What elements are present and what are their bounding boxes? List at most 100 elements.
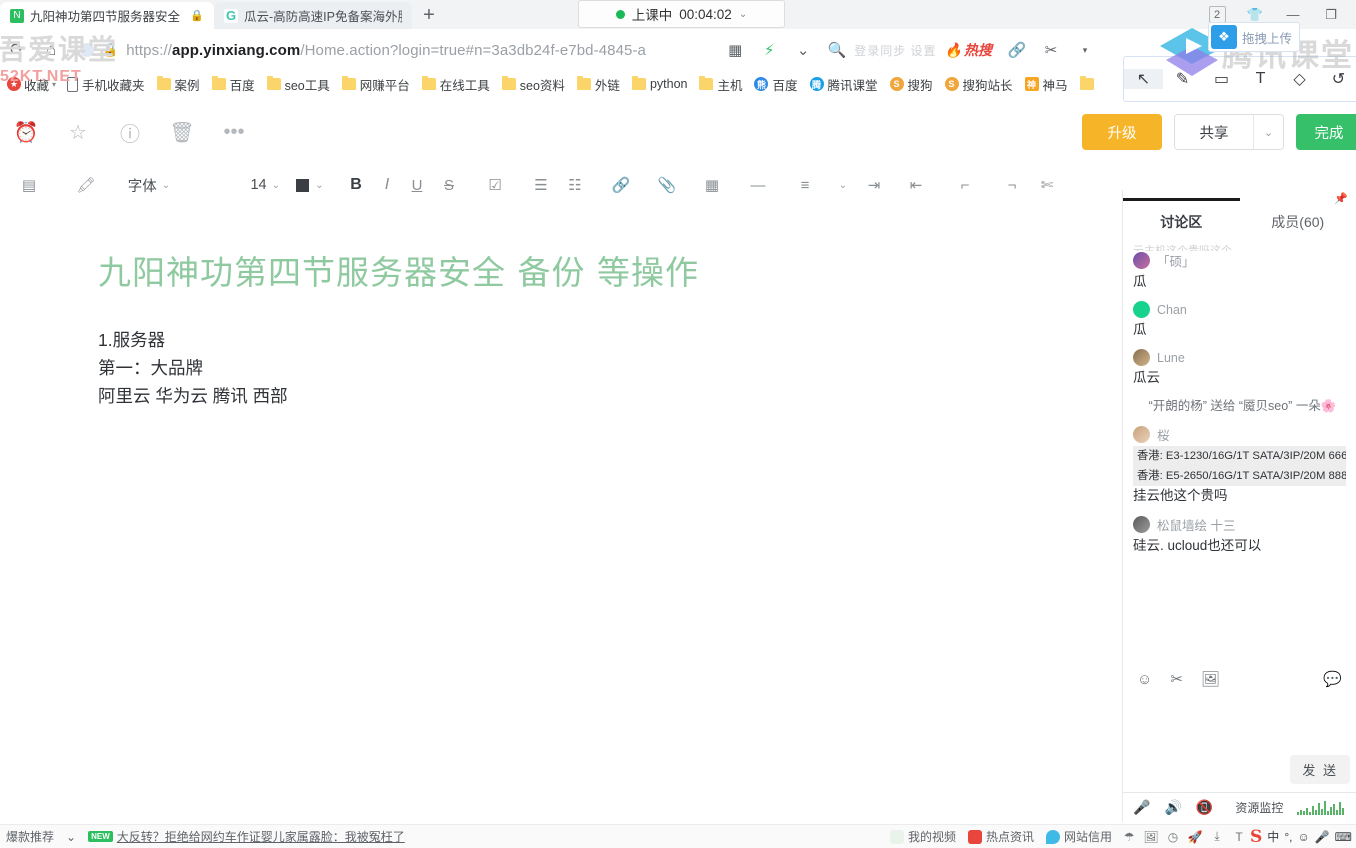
chevron-down-icon[interactable]: ⌄ [834, 168, 852, 202]
chat-message-list[interactable]: 云主机这个贵吗这个 「硕」 瓜 Chan 瓜 Lune 瓜云 “开朗的杨” 送给… [1123, 238, 1356, 662]
trash-icon[interactable]: 🗑 [156, 106, 208, 158]
bold-icon[interactable]: B [340, 168, 372, 202]
share-button[interactable]: 共享 [1175, 115, 1253, 149]
eraser-tool[interactable]: ◇ [1280, 69, 1319, 89]
chevron-down-icon[interactable]: ⌄ [60, 830, 82, 844]
more-icon[interactable]: ••• [208, 106, 260, 158]
browser-tab-0[interactable]: N 九阳神功第四节服务器安全 备份 🔒 [0, 2, 214, 29]
chevron-down-icon[interactable]: ▾ [52, 80, 56, 89]
upgrade-button[interactable]: 升级 [1082, 114, 1162, 150]
highlighter-icon[interactable]: 🖍 [58, 168, 114, 202]
class-status-pill[interactable]: 上课中 00:04:02 ⌄ [578, 0, 785, 28]
bookmark-folder-3[interactable]: 百度 [206, 73, 261, 96]
reminder-icon[interactable]: ⏰ [0, 106, 52, 158]
bookmark-folder-10[interactable]: 主机 [693, 73, 748, 96]
indent-increase-icon[interactable]: ⇥ [852, 168, 896, 202]
subscript-icon[interactable]: ⌐ [936, 168, 994, 202]
image-icon[interactable]: 🖼 [1201, 670, 1220, 688]
bookmark-folder-2[interactable]: 案例 [151, 73, 206, 96]
bookmark-folder-last[interactable] [1074, 76, 1100, 92]
paste-format-icon[interactable]: ▤ [0, 168, 58, 202]
clear-format-icon[interactable]: ✄ [1030, 168, 1064, 202]
numbered-list-icon[interactable]: ☷ [558, 168, 592, 202]
ime-punct[interactable]: °, [1284, 830, 1292, 844]
info-icon[interactable]: ⓘ [104, 106, 156, 158]
search-icon[interactable]: 🔍 [820, 33, 854, 67]
news-headline[interactable]: 大反转？拒绝给网约车作证婴儿家属露脸：我被冤枉了 [117, 828, 405, 845]
chevron-down-icon[interactable]: ⌄ [1253, 115, 1283, 149]
chevron-down-icon[interactable]: ⌄ [786, 33, 820, 67]
italic-icon[interactable]: I [372, 168, 402, 202]
keyboard-icon[interactable]: ⌨ [1335, 830, 1352, 844]
picture-icon[interactable]: 🖼 [1140, 827, 1162, 847]
address-bar[interactable]: 🔒 https://app.yinxiang.com/Home.action?l… [80, 42, 718, 59]
lightning-icon[interactable]: ⚡ [752, 33, 786, 67]
bookmark-baidu[interactable]: 熊百度 [748, 73, 803, 96]
restore-button[interactable]: ❐ [1312, 2, 1350, 28]
chevron-down-icon[interactable]: ⌄ [739, 9, 747, 20]
taskbar-item-site-credit[interactable]: 网站信用 [1040, 828, 1118, 845]
star-icon[interactable]: ☆ [52, 106, 104, 158]
bookmark-phone[interactable]: 手机收藏夹 [61, 73, 151, 96]
scissors-icon[interactable]: ✂ [1034, 33, 1068, 67]
speed-icon[interactable]: ◷ [1162, 827, 1184, 847]
refresh-icon[interactable]: ⟳ [0, 33, 34, 67]
checkbox-list-icon[interactable]: ☑ [466, 168, 524, 202]
microphone-icon[interactable]: 🎤 [1133, 799, 1150, 816]
strikethrough-icon[interactable]: S [432, 168, 466, 202]
umbrella-icon[interactable]: ☂ [1118, 827, 1140, 847]
resource-monitor-label[interactable]: 资源监控 [1235, 799, 1283, 816]
chat-input-area[interactable]: 发 送 [1123, 692, 1356, 792]
bookmark-shenma[interactable]: 神神马 [1019, 73, 1074, 96]
bookmark-sogou-zhanzhang[interactable]: S 搜狗站长 [939, 73, 1019, 96]
camera-off-icon[interactable]: 📵 [1196, 799, 1213, 816]
bookmark-sogou[interactable]: S 搜狗 [884, 73, 939, 96]
send-button[interactable]: 发 送 [1290, 755, 1350, 784]
drag-upload-chip[interactable]: ❖ 拖拽上传 [1207, 22, 1300, 52]
message-icon[interactable]: 💬 [1323, 670, 1342, 688]
table-icon[interactable]: ▦ [684, 168, 740, 202]
text-color-selector[interactable]: ⌄ [280, 168, 340, 202]
new-tab-button[interactable]: + [412, 2, 446, 29]
text-tool[interactable]: T [1241, 70, 1280, 88]
screenshot-icon[interactable]: ✂ [1170, 670, 1183, 688]
ime-indicator[interactable]: S 中 °, ☺ 🎤 ⌨ [1250, 827, 1352, 847]
bookmark-collect[interactable]: ★ 收藏 ▾ [2, 73, 61, 96]
undo-tool[interactable]: ↺ [1319, 69, 1356, 89]
download-icon[interactable]: ⤓ [1206, 827, 1228, 847]
bookmark-tencent[interactable]: 腾腾讯课堂 [804, 73, 884, 96]
indent-decrease-icon[interactable]: ⇤ [896, 168, 936, 202]
emoji-icon[interactable]: ☺ [1297, 830, 1309, 844]
bookmark-folder-4[interactable]: seo工具 [261, 73, 336, 96]
ime-mode[interactable]: 中 [1267, 828, 1279, 845]
bookmark-folder-6[interactable]: 在线工具 [416, 73, 496, 96]
microphone-icon[interactable]: 🎤 [1315, 830, 1330, 844]
link-icon[interactable]: 🔗 [1000, 33, 1034, 67]
emoji-icon[interactable]: ☺ [1137, 671, 1152, 688]
align-icon[interactable]: ≡ [776, 168, 834, 202]
bookmark-folder-9[interactable]: python [626, 75, 694, 93]
superscript-icon[interactable]: ¬ [994, 168, 1030, 202]
tab-members[interactable]: 成员(60) [1240, 206, 1356, 238]
scissors-caret-icon[interactable]: ▾ [1068, 33, 1102, 67]
taskbar-item-my-video[interactable]: 我的视频 [884, 828, 962, 845]
link-icon[interactable]: 🔗 [592, 168, 650, 202]
browser-tab-1[interactable]: G 瓜云-高防高速IP免备案海外服务 [214, 2, 412, 29]
speaker-icon[interactable]: 🔊 [1164, 799, 1181, 816]
bookmark-folder-8[interactable]: 外链 [571, 73, 626, 96]
tab-discussion[interactable]: 讨论区 [1123, 198, 1240, 238]
bullet-list-icon[interactable]: ☰ [524, 168, 558, 202]
horizontal-rule-icon[interactable]: — [740, 168, 776, 202]
attachment-icon[interactable]: 📎 [650, 168, 684, 202]
grid-icon[interactable]: ▦ [718, 33, 752, 67]
home-icon[interactable]: ⌂ [34, 33, 68, 67]
font-family-selector[interactable]: 字体 ⌄ [114, 168, 184, 202]
taskbar-item-hot-news[interactable]: 热点资讯 [962, 828, 1040, 845]
pin-icon[interactable]: 📌 [1334, 192, 1348, 205]
bookmark-folder-7[interactable]: seo资料 [496, 73, 571, 96]
font-size-selector[interactable]: 14 ⌄ [184, 168, 280, 202]
bookmark-folder-5[interactable]: 网赚平台 [336, 73, 416, 96]
underline-icon[interactable]: U [402, 168, 432, 202]
note-document[interactable]: 九阳神功第四节服务器安全 备份 等操作 1.服务器 第一：大品牌 阿里云 华为云… [0, 204, 1120, 824]
rocket-icon[interactable]: 🚀 [1184, 827, 1206, 847]
